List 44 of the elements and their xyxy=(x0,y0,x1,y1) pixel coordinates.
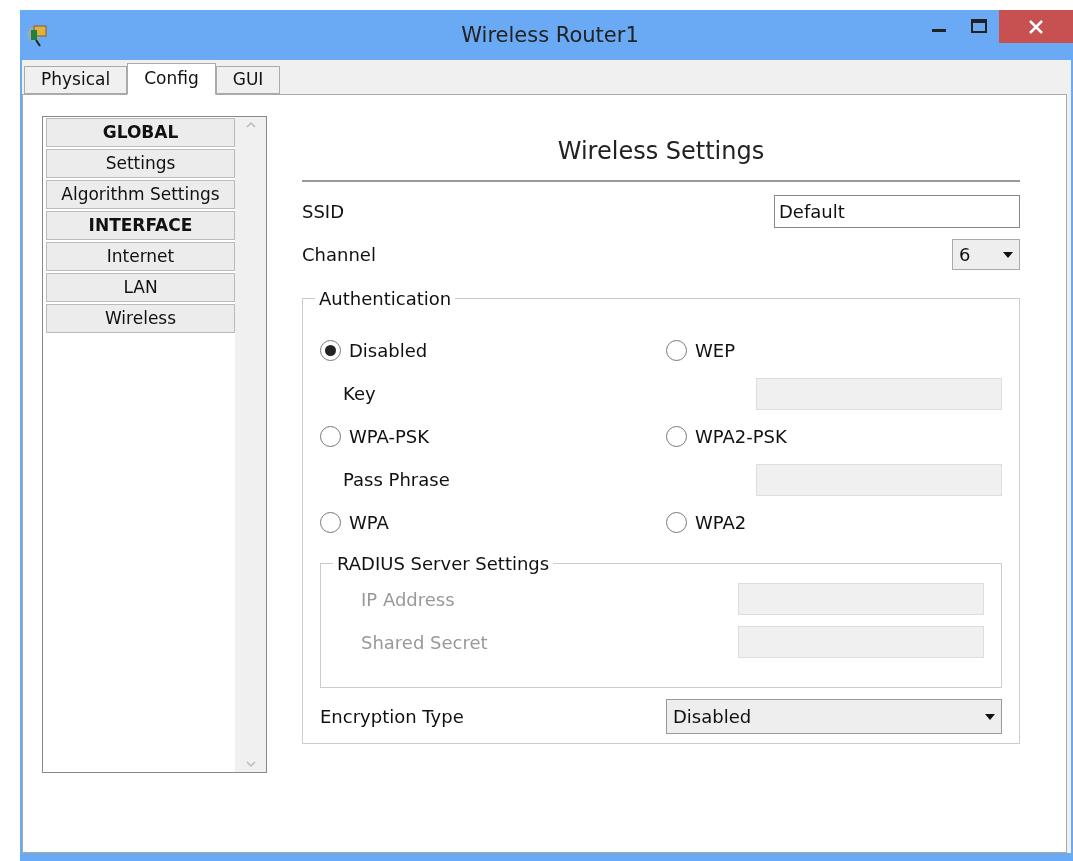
radio-label: WPA-PSK xyxy=(349,425,429,449)
encryption-dropdown[interactable]: Disabled xyxy=(666,699,1002,734)
text-field[interactable] xyxy=(756,463,1002,496)
sidebar-item[interactable]: LAN xyxy=(46,273,235,302)
radio-label: WPA2 xyxy=(695,511,747,535)
page-title: Wireless Settings xyxy=(556,136,766,167)
field-label: IP Address xyxy=(361,587,455,612)
radio-button[interactable] xyxy=(666,512,687,533)
field-label: Key xyxy=(343,382,376,406)
tab[interactable]: Physical xyxy=(24,66,128,94)
sidebar-item[interactable]: Algorithm Settings xyxy=(46,180,235,209)
close-button[interactable] xyxy=(999,10,1073,43)
field-label: Shared Secret xyxy=(361,630,488,655)
section-header: GLOBAL xyxy=(46,118,235,147)
radio-label: WPA xyxy=(349,511,389,535)
field-label: Pass Phrase xyxy=(343,468,450,492)
section-header: INTERFACE xyxy=(46,211,235,240)
radio-label: WEP xyxy=(695,339,736,363)
ssid-field[interactable]: Default xyxy=(774,195,1020,228)
tab[interactable]: GUI xyxy=(215,66,281,94)
dropdown-arrow-icon xyxy=(985,713,995,720)
channel-dropdown[interactable]: 6 xyxy=(952,239,1020,270)
radio-button[interactable] xyxy=(320,340,341,361)
text-field[interactable] xyxy=(756,377,1002,410)
radio-button[interactable] xyxy=(320,512,341,533)
radio-label: Disabled xyxy=(349,339,428,363)
router-icon xyxy=(24,22,50,48)
scrollbar[interactable] xyxy=(235,117,266,772)
radio-label: WPA2-PSK xyxy=(695,425,787,449)
radio-button[interactable] xyxy=(666,426,687,447)
radio-button[interactable] xyxy=(320,426,341,447)
sidebar-item[interactable]: Settings xyxy=(46,149,235,178)
close-icon xyxy=(1029,19,1043,34)
tab[interactable]: Config xyxy=(127,63,216,95)
field-label: Channel xyxy=(302,243,376,267)
radio-button[interactable] xyxy=(666,340,687,361)
field-label: SSID xyxy=(302,200,345,224)
sidebar-item[interactable]: Wireless xyxy=(46,304,235,333)
window-title: Wireless Router1 xyxy=(460,22,640,49)
dropdown-arrow-icon xyxy=(1003,251,1013,258)
scroll-down-icon[interactable] xyxy=(245,761,256,768)
scroll-up-icon[interactable] xyxy=(245,121,256,128)
sidebar-item[interactable]: Internet xyxy=(46,242,235,271)
field-label: Encryption Type xyxy=(320,705,464,729)
